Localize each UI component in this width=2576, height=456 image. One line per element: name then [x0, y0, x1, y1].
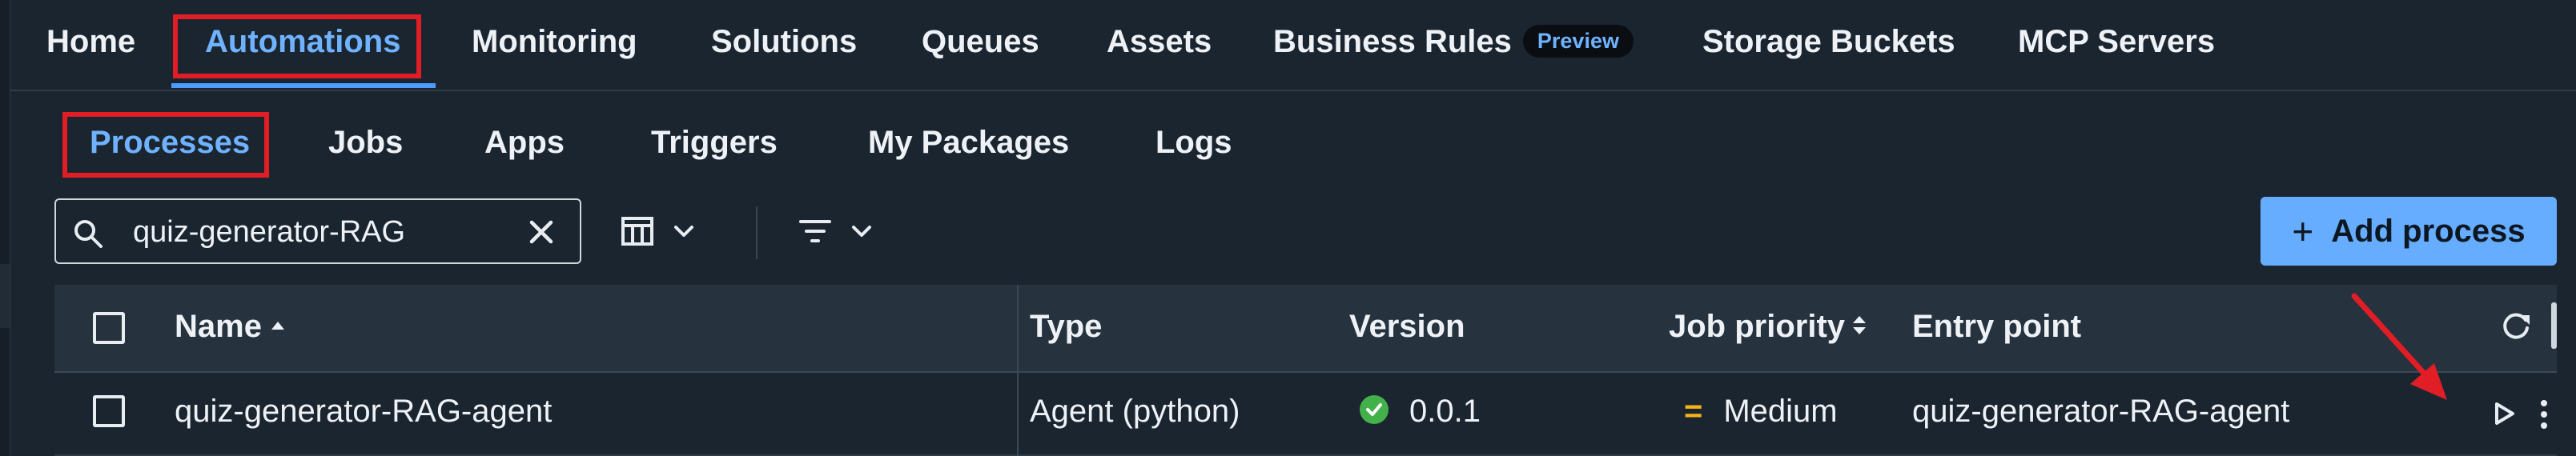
table-row[interactable]: quiz-generator-RAG-agent Agent (python) … — [54, 373, 2557, 456]
column-header-entry-point[interactable]: Entry point — [1912, 309, 2081, 345]
sub-tabs: Processes Jobs Apps Triggers My Packages… — [10, 90, 2576, 190]
check-circle-icon — [1360, 395, 1388, 425]
clear-search-icon[interactable] — [525, 216, 557, 248]
preview-badge: Preview — [1522, 24, 1634, 58]
header-scroll-indicator — [2551, 302, 2557, 349]
column-header-job-priority[interactable]: Job priority — [1669, 309, 1867, 345]
search-input[interactable] — [133, 211, 501, 253]
table-columns-icon — [621, 217, 653, 246]
nav-solutions[interactable]: Solutions — [711, 24, 857, 60]
column-header-name[interactable]: Name — [175, 309, 284, 345]
row-entry-point: quiz-generator-RAG-agent — [1912, 394, 2290, 429]
row-name[interactable]: quiz-generator-RAG-agent — [175, 394, 552, 430]
plus-icon: + — [2292, 210, 2314, 252]
row-job-priority: = Medium — [1684, 394, 1838, 430]
add-process-label: Add process — [2331, 213, 2526, 249]
top-navigation: Home Automations Monitoring Solutions Qu… — [10, 0, 2576, 91]
nav-home[interactable]: Home — [46, 24, 135, 60]
tab-apps[interactable]: Apps — [484, 125, 565, 161]
column-header-type[interactable]: Type — [1030, 309, 1102, 345]
tab-processes[interactable]: Processes — [90, 125, 250, 161]
column-name-label: Name — [175, 309, 262, 344]
column-header-version[interactable]: Version — [1349, 309, 1465, 345]
chevron-down-icon — [674, 226, 693, 237]
search-icon — [74, 220, 102, 248]
row-version: 0.0.1 — [1360, 394, 1481, 430]
nav-business-rules[interactable]: Business Rules Preview — [1273, 24, 1634, 60]
row-priority-value: Medium — [1723, 394, 1838, 429]
chevron-down-icon — [852, 226, 871, 237]
row-version-value: 0.0.1 — [1409, 394, 1481, 429]
nav-monitoring[interactable]: Monitoring — [472, 24, 637, 60]
nav-automations[interactable]: Automations — [205, 24, 400, 60]
more-actions-icon[interactable] — [2535, 397, 2553, 432]
tab-triggers[interactable]: Triggers — [651, 125, 778, 161]
nav-queues[interactable]: Queues — [922, 24, 1039, 60]
toolbar-divider — [756, 206, 758, 259]
add-process-button[interactable]: + Add process — [2261, 197, 2557, 266]
search-box — [54, 198, 581, 264]
tab-my-packages[interactable]: My Packages — [868, 125, 1069, 161]
nav-business-rules-label: Business Rules — [1273, 24, 1512, 59]
nav-assets[interactable]: Assets — [1107, 24, 1212, 60]
table-header: Name Type Version Job priority Entry poi… — [54, 285, 2557, 373]
refresh-icon[interactable] — [2498, 309, 2534, 344]
column-chooser-button[interactable] — [620, 208, 695, 254]
priority-medium-icon: = — [1684, 394, 1703, 429]
nav-mcp-servers[interactable]: MCP Servers — [2018, 24, 2215, 60]
row-checkbox[interactable] — [93, 395, 125, 427]
row-type: Agent (python) — [1030, 394, 1240, 429]
processes-table: Name Type Version Job priority Entry poi… — [54, 285, 2557, 456]
filter-button[interactable] — [798, 208, 873, 254]
tab-logs[interactable]: Logs — [1155, 125, 1232, 161]
nav-storage-buckets[interactable]: Storage Buckets — [1702, 24, 1955, 60]
annotation-arrow-icon — [2351, 293, 2447, 400]
select-all-checkbox[interactable] — [93, 312, 125, 344]
column-divider — [1017, 285, 1019, 456]
sort-icon — [1853, 315, 1867, 334]
filter-icon — [799, 220, 831, 242]
column-job-priority-label: Job priority — [1669, 309, 1846, 344]
run-button[interactable] — [2490, 400, 2518, 427]
sort-ascending-icon — [271, 322, 284, 330]
tab-jobs[interactable]: Jobs — [328, 125, 403, 161]
left-edge-notch — [0, 264, 10, 328]
active-nav-underline — [171, 83, 436, 88]
